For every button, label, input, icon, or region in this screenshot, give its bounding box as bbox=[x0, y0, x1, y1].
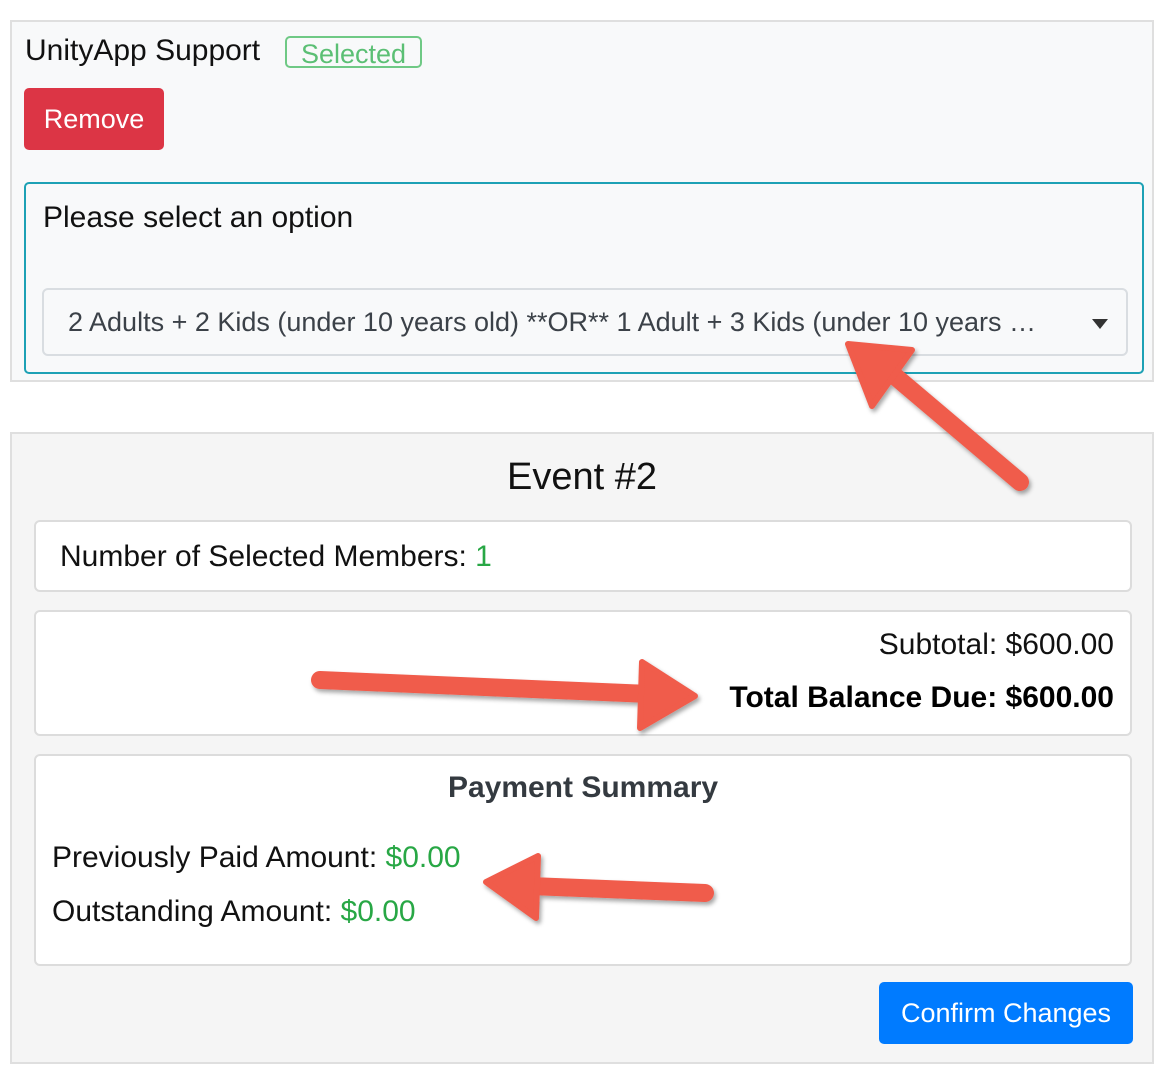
payment-summary-title: Payment Summary bbox=[447, 771, 719, 804]
total-balance-value: $600.00 bbox=[1005, 681, 1114, 714]
total-balance-line: Total Balance Due: $600.00 bbox=[729, 680, 1114, 716]
option-select-value: 2 Adults + 2 Kids (under 10 years old) *… bbox=[68, 307, 1037, 337]
event-card: Event #2 Number of Selected Members: 1 S… bbox=[10, 432, 1154, 1064]
selected-badge: Selected bbox=[285, 36, 422, 69]
members-panel: Number of Selected Members: 1 bbox=[34, 520, 1132, 592]
chevron-down-icon bbox=[1092, 319, 1108, 329]
previously-paid-line: Previously Paid Amount: $0.00 bbox=[52, 840, 461, 876]
event-title: Event #2 bbox=[507, 456, 657, 498]
subtotal-value: $600.00 bbox=[1005, 628, 1114, 661]
subtotal-label: Subtotal: bbox=[878, 628, 1006, 661]
subtotal-line: Subtotal: $600.00 bbox=[879, 627, 1114, 663]
outstanding-value: $0.00 bbox=[340, 895, 416, 928]
members-line: Number of Selected Members: 1 bbox=[60, 539, 492, 575]
members-label: Number of Selected Members: bbox=[60, 540, 476, 573]
item-title: UnityApp Support bbox=[25, 34, 261, 67]
confirm-changes-button[interactable]: Confirm Changes bbox=[879, 982, 1133, 1044]
members-count: 1 bbox=[475, 540, 492, 573]
option-select-group: Please select an option 2 Adults + 2 Kid… bbox=[24, 182, 1144, 374]
option-label: Please select an option bbox=[43, 201, 354, 234]
outstanding-label: Outstanding Amount: bbox=[52, 895, 341, 928]
total-balance-label: Total Balance Due: bbox=[729, 681, 1006, 714]
totals-panel: Subtotal: $600.00 Total Balance Due: $60… bbox=[34, 610, 1132, 736]
previously-paid-label: Previously Paid Amount: bbox=[52, 841, 386, 874]
option-select[interactable]: 2 Adults + 2 Kids (under 10 years old) *… bbox=[42, 288, 1128, 356]
remove-button[interactable]: Remove bbox=[24, 88, 164, 150]
outstanding-line: Outstanding Amount: $0.00 bbox=[52, 894, 416, 930]
selected-item-card: UnityApp Support Selected Remove Please … bbox=[10, 20, 1154, 382]
payment-summary-panel: Payment Summary Previously Paid Amount: … bbox=[34, 754, 1132, 966]
previously-paid-value: $0.00 bbox=[385, 841, 461, 874]
